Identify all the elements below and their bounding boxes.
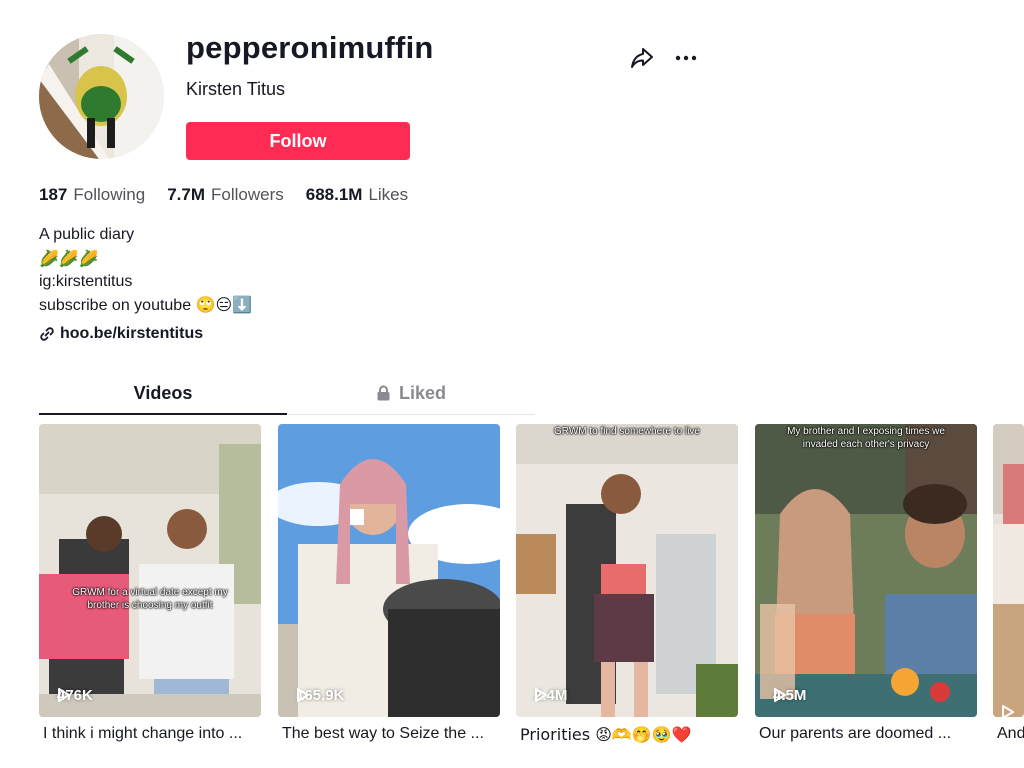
view-count: 476K	[57, 687, 93, 704]
play-icon	[1002, 705, 1014, 717]
profile-page: pepperonimuffin Kirsten Titus Follow 187…	[0, 0, 1024, 768]
video-thumbnail[interactable]: 165.9K	[278, 424, 500, 717]
view-count: 2.4M	[534, 687, 567, 704]
followers-count[interactable]: 7.7M Followers	[167, 185, 284, 205]
play-icon	[774, 688, 786, 702]
following-value: 187	[39, 185, 68, 204]
play-icon	[535, 688, 547, 702]
video-thumbnail[interactable]: GRWM to find somewhere to live 2.4M	[516, 424, 738, 717]
video-caption[interactable]: And	[993, 725, 1024, 743]
video-thumbnail[interactable]: My brother and I exposing times we invad…	[755, 424, 977, 717]
likes-label: Likes	[368, 185, 409, 204]
bio: A public diary 🌽🌽🌽 ig:kirstentitus subsc…	[39, 223, 252, 317]
view-count: 4.5M	[773, 687, 806, 704]
tab-liked[interactable]: Liked	[287, 372, 535, 414]
bio-link-text[interactable]: hoo.be/kirstentitus	[60, 325, 203, 343]
video-thumbnail[interactable]	[993, 424, 1024, 717]
followers-label: Followers	[210, 185, 284, 204]
tab-videos-label: Videos	[133, 382, 193, 403]
follow-button[interactable]: Follow	[186, 122, 410, 160]
video-caption[interactable]: The best way to Seize the ...	[278, 725, 500, 743]
link-icon	[40, 327, 54, 341]
view-count: 165.9K	[296, 687, 344, 704]
likes-value: 688.1M	[305, 185, 363, 204]
avatar-image	[39, 34, 164, 159]
play-icon	[58, 688, 70, 702]
bio-line: 🌽🌽🌽	[39, 248, 99, 268]
play-icon	[297, 688, 309, 702]
tab-liked-label: Liked	[398, 382, 446, 403]
video-card[interactable]: 165.9K The best way to Seize the ...	[278, 424, 500, 743]
username: pepperonimuffin	[186, 30, 434, 65]
lock-icon	[377, 385, 390, 401]
video-overlay-text: GRWM to find somewhere to live	[554, 426, 700, 437]
video-caption[interactable]: Our parents are doomed ...	[755, 725, 977, 743]
share-arrow-icon[interactable]	[629, 45, 655, 71]
profile-tabs: Videos Liked	[39, 372, 535, 415]
bio-line: subscribe on youtube 🙄😑⬇️	[39, 296, 253, 314]
following-label: Following	[73, 185, 146, 204]
bio-line: A public diary	[39, 226, 135, 243]
more-dots-icon[interactable]	[673, 45, 699, 71]
video-card[interactable]: My brother and I exposing times we invad…	[755, 424, 977, 743]
bio-line: ig:kirstentitus	[39, 273, 133, 290]
video-overlay-text: My brother and I exposing times we invad…	[787, 426, 945, 450]
video-caption[interactable]: I think i might change into ...	[39, 725, 261, 743]
likes-count: 688.1M Likes	[306, 185, 408, 205]
avatar[interactable]	[39, 34, 164, 159]
video-caption[interactable]: Priorities 😡🫶🤭🥹❤️	[516, 725, 738, 744]
tab-videos[interactable]: Videos	[39, 372, 287, 415]
video-card[interactable]: GRWM for a virtual date except my brothe…	[39, 424, 261, 743]
followers-value: 7.7M	[167, 185, 205, 204]
video-thumbnail[interactable]: GRWM for a virtual date except my brothe…	[39, 424, 261, 717]
video-card[interactable]: GRWM to find somewhere to live 2.4M Prio…	[516, 424, 738, 744]
video-grid: GRWM for a virtual date except my brothe…	[39, 424, 1024, 768]
video-card[interactable]: And	[993, 424, 1024, 743]
video-overlay-text: GRWM for a virtual date except my brothe…	[72, 587, 228, 611]
display-name: Kirsten Titus	[186, 79, 286, 99]
profile-stats: 187 Following 7.7M Followers 688.1M Like…	[39, 185, 408, 205]
following-count[interactable]: 187 Following	[39, 185, 145, 205]
bio-link[interactable]: hoo.be/kirstentitus	[39, 325, 203, 343]
